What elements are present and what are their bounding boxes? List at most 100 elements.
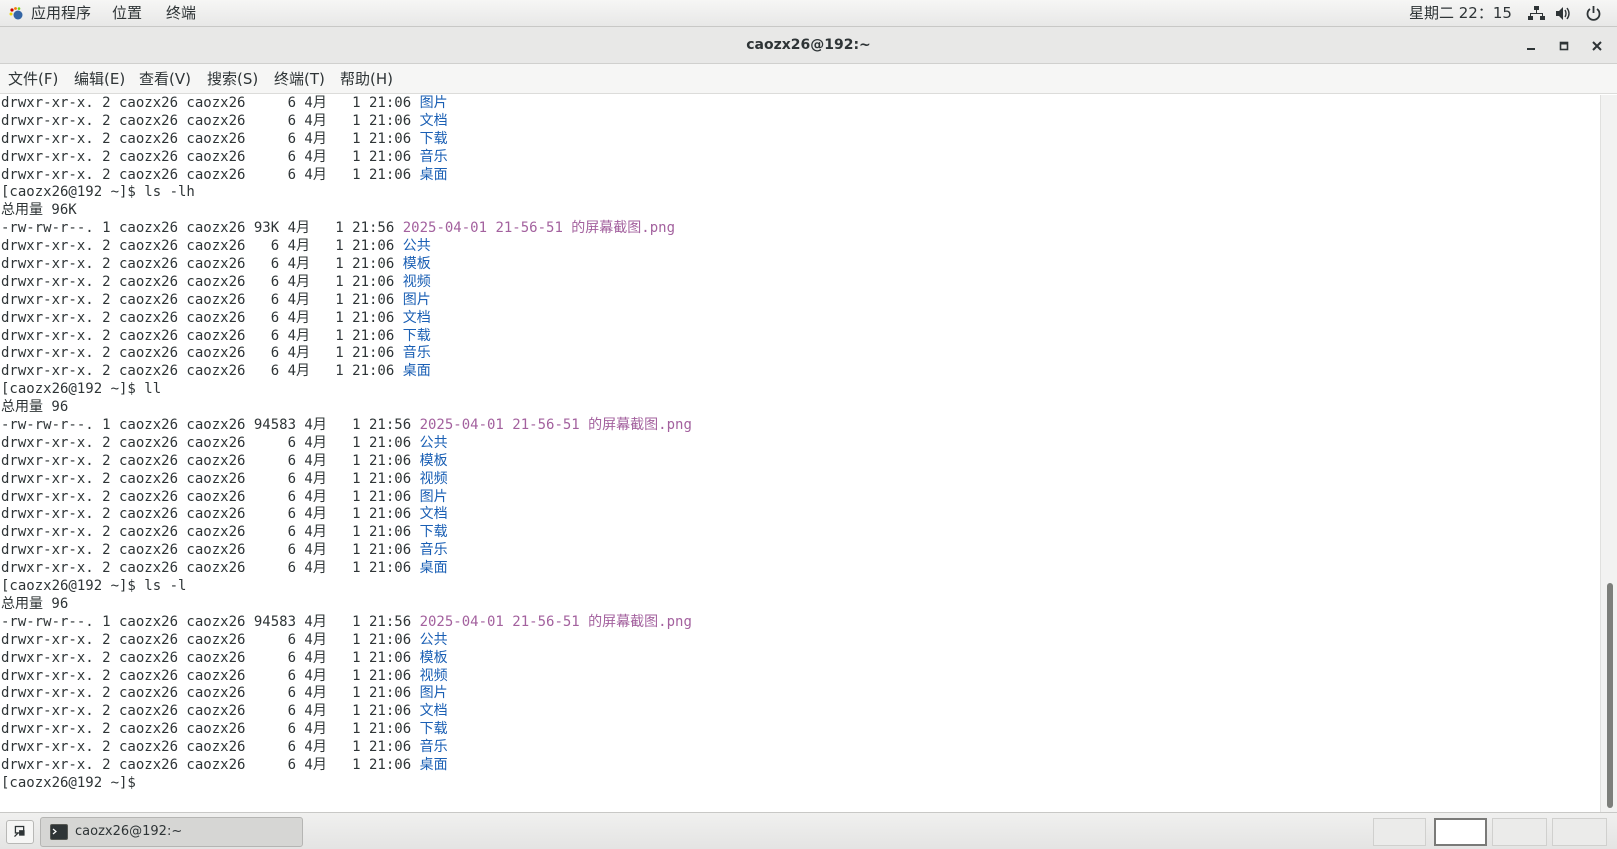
menu-file[interactable]: 文件(F)	[8, 69, 58, 89]
listing-row: drwxr-xr-x. 2 caozx26 caozx26 6 4月 1 21:…	[1, 363, 692, 381]
terminal-line: [caozx26@192 ~]$ ll	[1, 381, 692, 399]
maximize-icon[interactable]	[1555, 37, 1573, 55]
directory-name: 公共	[419, 631, 448, 648]
applications-menu[interactable]: 应用程序	[31, 4, 91, 23]
directory-name: 下载	[402, 327, 431, 344]
directory-name: 文档	[419, 703, 448, 720]
menu-terminal[interactable]: 终端(T)	[274, 69, 325, 89]
directory-name: 模板	[419, 452, 448, 469]
vertical-scrollbar[interactable]	[1600, 95, 1617, 812]
directory-name: 下载	[419, 524, 448, 541]
directory-name: 音乐	[419, 739, 448, 756]
menubar: 文件(F) 编辑(E) 查看(V) 搜索(S) 终端(T) 帮助(H)	[0, 64, 1617, 94]
terminal-output[interactable]: drwxr-xr-x. 2 caozx26 caozx26 6 4月 1 21:…	[0, 95, 1600, 812]
line-text: -rw-rw-r--. 1 caozx26 caozx26 94583 4月 1…	[1, 613, 420, 630]
listing-row: drwxr-xr-x. 2 caozx26 caozx26 6 4月 1 21:…	[1, 524, 692, 542]
line-text: [caozx26@192 ~]$ ls -l	[1, 578, 187, 595]
directory-name: 文档	[419, 112, 448, 129]
line-text: -rw-rw-r--. 1 caozx26 caozx26 94583 4月 1…	[1, 417, 420, 434]
directory-name: 桌面	[402, 363, 431, 380]
minimize-icon[interactable]	[1522, 37, 1540, 55]
line-text: drwxr-xr-x. 2 caozx26 caozx26 6 4月 1 21:…	[1, 238, 403, 255]
directory-name: 下载	[419, 721, 448, 738]
workspace-2[interactable]	[1434, 818, 1487, 846]
directory-name: 文档	[419, 506, 448, 523]
listing-row: drwxr-xr-x. 2 caozx26 caozx26 6 4月 1 21:…	[1, 435, 692, 453]
listing-row: drwxr-xr-x. 2 caozx26 caozx26 6 4月 1 21:…	[1, 167, 692, 185]
listing-row: drwxr-xr-x. 2 caozx26 caozx26 6 4月 1 21:…	[1, 489, 692, 507]
listing-row: drwxr-xr-x. 2 caozx26 caozx26 6 4月 1 21:…	[1, 345, 692, 363]
menu-edit[interactable]: 编辑(E)	[74, 69, 125, 89]
network-icon[interactable]	[1528, 5, 1545, 22]
listing-row: drwxr-xr-x. 2 caozx26 caozx26 6 4月 1 21:…	[1, 506, 692, 524]
listing-row: -rw-rw-r--. 1 caozx26 caozx26 93K 4月 1 2…	[1, 220, 692, 238]
directory-name: 视频	[402, 273, 431, 290]
line-text: drwxr-xr-x. 2 caozx26 caozx26 6 4月 1 21:…	[1, 452, 420, 469]
directory-name: 音乐	[419, 148, 448, 165]
listing-row: drwxr-xr-x. 2 caozx26 caozx26 6 4月 1 21:…	[1, 238, 692, 256]
line-text: 总用量 96	[1, 595, 69, 612]
directory-name: 公共	[402, 238, 431, 255]
terminal-app-menu[interactable]: 终端	[166, 4, 196, 23]
listing-row: drwxr-xr-x. 2 caozx26 caozx26 6 4月 1 21:…	[1, 721, 692, 739]
menu-search[interactable]: 搜索(S)	[207, 69, 258, 89]
directory-name: 视频	[419, 470, 448, 487]
workspace-1[interactable]	[1373, 818, 1426, 846]
close-icon[interactable]	[1588, 37, 1606, 55]
line-text: drwxr-xr-x. 2 caozx26 caozx26 6 4月 1 21:…	[1, 363, 403, 380]
image-file-name: 2025-04-01 21-56-51 的屏幕截图.png	[419, 417, 692, 434]
taskbar-window-label: caozx26@192:~	[75, 824, 183, 839]
workspace-4[interactable]	[1552, 818, 1607, 846]
show-desktop-icon[interactable]	[6, 820, 34, 844]
directory-name: 音乐	[419, 542, 448, 559]
window-title: caozx26@192:~	[746, 37, 871, 53]
line-text: drwxr-xr-x. 2 caozx26 caozx26 6 4月 1 21:…	[1, 273, 403, 290]
listing-row: drwxr-xr-x. 2 caozx26 caozx26 6 4月 1 21:…	[1, 149, 692, 167]
line-text: 总用量 96	[1, 399, 69, 416]
listing-row: drwxr-xr-x. 2 caozx26 caozx26 6 4月 1 21:…	[1, 739, 692, 757]
line-text: drwxr-xr-x. 2 caozx26 caozx26 6 4月 1 21:…	[1, 256, 403, 273]
volume-icon[interactable]	[1555, 5, 1572, 22]
listing-row: drwxr-xr-x. 2 caozx26 caozx26 6 4月 1 21:…	[1, 560, 692, 578]
listing-row: -rw-rw-r--. 1 caozx26 caozx26 94583 4月 1…	[1, 614, 692, 632]
line-text: drwxr-xr-x. 2 caozx26 caozx26 6 4月 1 21:…	[1, 721, 420, 738]
directory-name: 音乐	[402, 345, 431, 362]
line-text: drwxr-xr-x. 2 caozx26 caozx26 6 4月 1 21:…	[1, 327, 403, 344]
line-text: drwxr-xr-x. 2 caozx26 caozx26 6 4月 1 21:…	[1, 488, 420, 505]
power-icon[interactable]	[1585, 5, 1602, 22]
line-text: drwxr-xr-x. 2 caozx26 caozx26 6 4月 1 21:…	[1, 703, 420, 720]
line-text: drwxr-xr-x. 2 caozx26 caozx26 6 4月 1 21:…	[1, 739, 420, 756]
line-text: drwxr-xr-x. 2 caozx26 caozx26 6 4月 1 21:…	[1, 649, 420, 666]
directory-name: 模板	[402, 256, 431, 273]
listing-row: drwxr-xr-x. 2 caozx26 caozx26 6 4月 1 21:…	[1, 274, 692, 292]
scrollbar-thumb[interactable]	[1607, 583, 1613, 808]
terminal-line: [caozx26@192 ~]$ ls -lh	[1, 184, 692, 202]
directory-name: 桌面	[419, 166, 448, 183]
listing-row: drwxr-xr-x. 2 caozx26 caozx26 6 4月 1 21:…	[1, 632, 692, 650]
workspace-3[interactable]	[1492, 818, 1547, 846]
gnome-foot-icon[interactable]	[8, 6, 24, 22]
menu-help[interactable]: 帮助(H)	[340, 69, 393, 89]
listing-row: drwxr-xr-x. 2 caozx26 caozx26 6 4月 1 21:…	[1, 131, 692, 149]
listing-row: drwxr-xr-x. 2 caozx26 caozx26 6 4月 1 21:…	[1, 668, 692, 686]
window-title-bar[interactable]: caozx26@192:~	[0, 27, 1617, 64]
terminal-lines: drwxr-xr-x. 2 caozx26 caozx26 6 4月 1 21:…	[1, 95, 692, 793]
menu-view[interactable]: 查看(V)	[139, 69, 191, 89]
line-text: drwxr-xr-x. 2 caozx26 caozx26 6 4月 1 21:…	[1, 291, 403, 308]
places-menu[interactable]: 位置	[112, 4, 142, 23]
line-text: [caozx26@192 ~]$	[1, 774, 136, 791]
clock[interactable]: 星期二 22：15	[1409, 4, 1512, 23]
listing-row: -rw-rw-r--. 1 caozx26 caozx26 94583 4月 1…	[1, 417, 692, 435]
line-text: drwxr-xr-x. 2 caozx26 caozx26 6 4月 1 21:…	[1, 542, 420, 559]
taskbar-window-button[interactable]: caozx26@192:~	[40, 817, 303, 847]
directory-name: 文档	[402, 309, 431, 326]
terminal-line: 总用量 96K	[1, 202, 692, 220]
terminal-line: 总用量 96	[1, 596, 692, 614]
line-text: drwxr-xr-x. 2 caozx26 caozx26 6 4月 1 21:…	[1, 345, 403, 362]
listing-row: drwxr-xr-x. 2 caozx26 caozx26 6 4月 1 21:…	[1, 113, 692, 131]
listing-row: drwxr-xr-x. 2 caozx26 caozx26 6 4月 1 21:…	[1, 95, 692, 113]
line-text: drwxr-xr-x. 2 caozx26 caozx26 6 4月 1 21:…	[1, 506, 420, 523]
line-text: drwxr-xr-x. 2 caozx26 caozx26 6 4月 1 21:…	[1, 95, 420, 111]
directory-name: 下载	[419, 130, 448, 147]
line-text: drwxr-xr-x. 2 caozx26 caozx26 6 4月 1 21:…	[1, 524, 420, 541]
